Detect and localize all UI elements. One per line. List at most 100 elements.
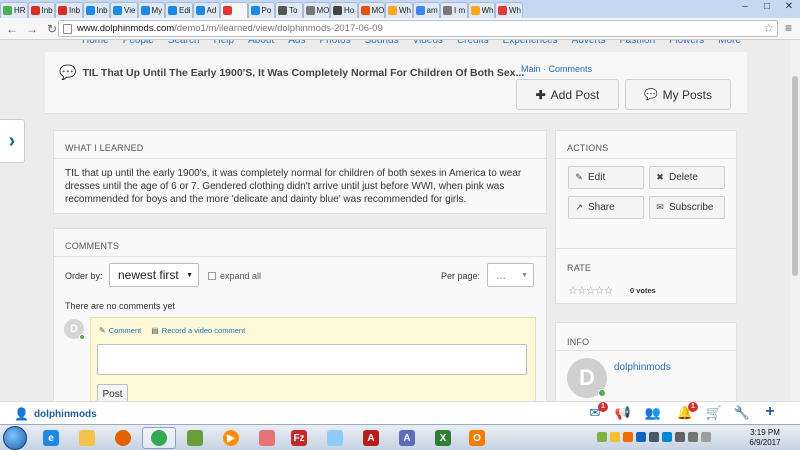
delete-button[interactable]: ✖ Delete	[649, 166, 725, 189]
tray-signal-icon[interactable]	[688, 432, 698, 442]
tray-dropbox-icon[interactable]	[662, 432, 672, 442]
author-avatar[interactable]: D	[567, 358, 607, 398]
browser-tab[interactable]: Inb	[55, 2, 83, 18]
site-nav-item[interactable]: Experiences	[503, 40, 558, 46]
paint-icon[interactable]	[318, 427, 352, 449]
browser-tab[interactable]: Wh	[385, 2, 413, 18]
star-icon[interactable]: ☆	[568, 285, 578, 297]
expand-all-toggle[interactable]: expand all	[208, 271, 261, 281]
browser-tab[interactable]: Wh	[467, 2, 495, 18]
browser-tab[interactable]: Vie	[110, 2, 138, 18]
site-nav-item[interactable]: About	[248, 40, 274, 46]
author-username[interactable]: dolphinmods	[614, 362, 671, 373]
browser-tab[interactable]: Ho	[330, 2, 358, 18]
per-page-select[interactable]: ... ▼	[487, 263, 534, 287]
subscribe-button[interactable]: ✉ Subscribe	[649, 196, 725, 219]
browser-tab[interactable]: MO	[357, 2, 385, 18]
expand-all-checkbox[interactable]	[208, 272, 216, 280]
browser-tab[interactable]: Ad	[192, 2, 220, 18]
tab-comment[interactable]: ✎ Comment	[99, 326, 141, 335]
tray-network-icon[interactable]	[636, 432, 646, 442]
forward-arrow-icon[interactable]: →	[24, 22, 40, 36]
browser-tab[interactable]: Po	[247, 2, 275, 18]
star-icon[interactable]: ☆	[595, 285, 605, 297]
mail-icon[interactable]: ✉ 1	[586, 402, 608, 421]
add-post-button[interactable]: ✚ Add Post	[516, 79, 619, 110]
browser-tab[interactable]: Wh	[495, 2, 523, 18]
scrollbar-thumb[interactable]	[792, 76, 798, 276]
browser-tab[interactable]: Edi	[165, 2, 193, 18]
site-nav-item[interactable]: Fashion	[620, 40, 656, 46]
tray-shield-icon[interactable]	[597, 432, 607, 442]
maximize-icon[interactable]: □	[756, 0, 778, 16]
bookmark-star-icon[interactable]: ☆	[763, 21, 774, 35]
star-icon[interactable]: ☆	[604, 285, 614, 297]
tray-app-icon[interactable]	[623, 432, 633, 442]
eraser-app-icon[interactable]	[250, 427, 284, 449]
back-arrow-icon[interactable]: ←	[4, 22, 20, 36]
breadcrumb-main[interactable]: Main	[521, 64, 541, 74]
site-nav-item[interactable]: Home	[82, 40, 109, 46]
page-scrollbar[interactable]	[790, 40, 800, 401]
site-nav-item[interactable]: Ads	[288, 40, 305, 46]
outlook-icon[interactable]: O	[460, 427, 494, 449]
site-nav-item[interactable]: Videos	[413, 40, 443, 46]
start-button[interactable]	[3, 426, 27, 450]
browser-tab[interactable]	[220, 2, 248, 18]
tray-flag-icon[interactable]	[649, 432, 659, 442]
plus-icon[interactable]: +	[761, 403, 779, 421]
my-posts-button[interactable]: 💬 My Posts	[625, 79, 731, 110]
tab-video-comment[interactable]: ▤ Record a video comment	[151, 326, 245, 335]
chrome-icon[interactable]	[142, 427, 176, 449]
site-nav-item[interactable]: More	[718, 40, 741, 46]
site-nav-item[interactable]: People	[123, 40, 154, 46]
site-nav-item[interactable]: Help	[214, 40, 235, 46]
member-account[interactable]: 👤 dolphinmods	[14, 407, 97, 421]
star-icon[interactable]: ☆	[577, 285, 587, 297]
wrench-icon[interactable]: 🔧	[733, 405, 751, 421]
tray-bluetooth-icon[interactable]	[675, 432, 685, 442]
share-button[interactable]: ↗ Share	[568, 196, 644, 219]
excel-icon[interactable]: X	[426, 427, 460, 449]
site-nav-item[interactable]: Credits	[457, 40, 489, 46]
cart-icon[interactable]: 🛒	[705, 405, 723, 421]
comment-textarea[interactable]	[97, 344, 527, 375]
file-explorer-icon[interactable]	[70, 427, 104, 449]
site-nav-item[interactable]: Photos	[319, 40, 350, 46]
browser-tab[interactable]: To	[275, 2, 303, 18]
minimize-icon[interactable]: –	[734, 0, 756, 16]
tray-warning-icon[interactable]	[610, 432, 620, 442]
font-app-icon[interactable]: A	[390, 427, 424, 449]
post-comment-button[interactable]: Post	[97, 384, 128, 401]
star-icon[interactable]: ☆	[586, 285, 596, 297]
breadcrumb-comments[interactable]: Comments	[549, 64, 593, 74]
media-player-icon[interactable]: ▶	[214, 427, 248, 449]
friends-icon[interactable]: 👥	[644, 405, 662, 421]
browser-tab[interactable]: Inb	[27, 2, 55, 18]
site-nav-item[interactable]: Flowers	[669, 40, 704, 46]
frog-app-icon[interactable]	[178, 427, 212, 449]
order-by-select[interactable]: newest first ▼	[109, 263, 199, 287]
browser-tab[interactable]: MO	[302, 2, 330, 18]
filezilla-icon[interactable]: Fz	[282, 427, 316, 449]
tray-volume-icon[interactable]	[701, 432, 711, 442]
rating-stars[interactable]: ☆☆☆☆☆	[568, 284, 614, 297]
site-nav-item[interactable]: Sounds	[365, 40, 399, 46]
browser-tab[interactable]: am	[412, 2, 440, 18]
address-bar[interactable]: www.dolphinmods.com /demo1/m/ilearned/vi…	[58, 20, 778, 37]
taskbar-clock[interactable]: 3:19 PM 6/9/2017	[741, 428, 789, 448]
firefox-icon[interactable]	[106, 427, 140, 449]
browser-tab[interactable]: HR	[0, 2, 28, 18]
internet-explorer-icon[interactable]: e	[34, 427, 68, 449]
bell-icon[interactable]: 🔔 1	[676, 402, 698, 421]
megaphone-icon[interactable]: 📢	[614, 405, 632, 421]
browser-tab[interactable]: Inb	[82, 2, 110, 18]
site-nav-item[interactable]: Adverts	[572, 40, 606, 46]
edit-button[interactable]: ✎ Edit	[568, 166, 644, 189]
browser-menu-icon[interactable]: ≡	[785, 21, 792, 35]
close-icon[interactable]: ✕	[778, 0, 800, 16]
acrobat-icon[interactable]: A	[354, 427, 388, 449]
browser-tab[interactable]: My	[137, 2, 165, 18]
browser-tab[interactable]: I m	[440, 2, 468, 18]
site-nav-item[interactable]: Search	[168, 40, 200, 46]
